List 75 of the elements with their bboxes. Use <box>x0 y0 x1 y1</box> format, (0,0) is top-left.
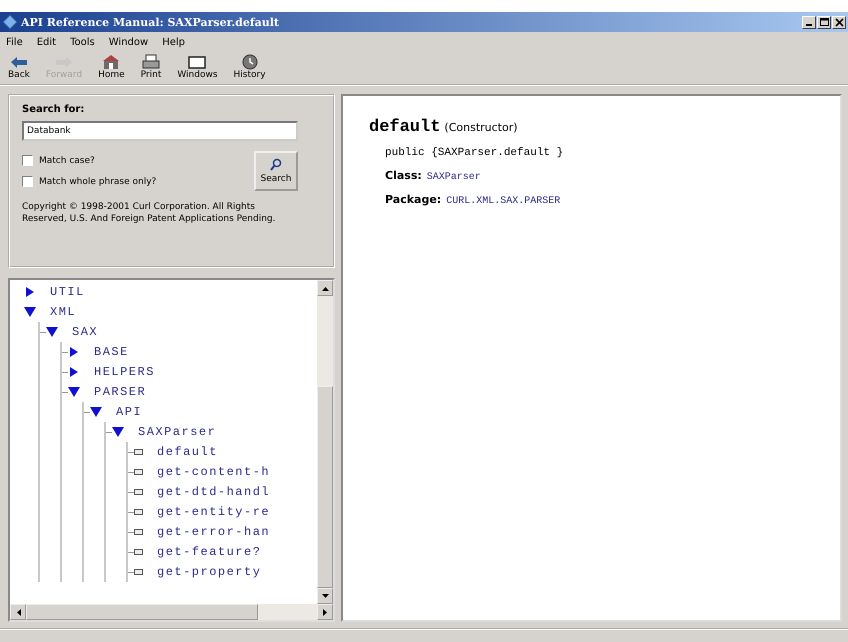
toolbar-button[interactable]: Windows <box>171 53 224 81</box>
collapse-triangle-icon[interactable] <box>46 327 58 337</box>
checkbox-label: Match case? <box>39 156 95 166</box>
house-icon <box>101 54 122 70</box>
expand-triangle-icon[interactable] <box>68 367 80 377</box>
collapse-triangle-icon[interactable] <box>112 427 124 437</box>
menu-item[interactable]: Tools <box>70 37 95 48</box>
back-arrow-icon <box>8 54 29 70</box>
collapse-triangle-icon[interactable] <box>90 407 102 417</box>
menu-item[interactable]: Window <box>108 37 148 48</box>
collapse-triangle-icon[interactable] <box>68 387 80 397</box>
menu-item[interactable]: Edit <box>36 37 56 48</box>
checkbox[interactable] <box>22 155 33 166</box>
search-button[interactable]: Search <box>254 151 298 191</box>
close-button[interactable] <box>832 16 846 28</box>
search-icon <box>270 158 282 172</box>
menu-item[interactable]: File <box>6 37 23 48</box>
field-label: Class: <box>385 169 422 182</box>
collapse-triangle-icon[interactable] <box>24 307 36 317</box>
tree-item[interactable]: get-property <box>157 565 262 579</box>
expand-triangle-icon[interactable] <box>24 287 36 297</box>
square-icon <box>134 489 143 495</box>
square-icon <box>134 469 143 475</box>
diamond-icon <box>2 14 18 30</box>
scroll-up-icon[interactable] <box>322 286 328 290</box>
vertical-scrollbar[interactable] <box>317 280 333 604</box>
square-icon <box>134 449 143 455</box>
tree-item[interactable]: default <box>157 445 218 459</box>
horizontal-scrollbar[interactable] <box>10 604 333 620</box>
minimize-icon <box>806 24 812 26</box>
toolbar-button[interactable]: Print <box>134 53 168 81</box>
tree-item[interactable]: API <box>116 405 142 419</box>
maximize-button[interactable] <box>817 16 831 28</box>
printer-icon <box>140 54 161 70</box>
tree-item[interactable]: get-entity-re <box>157 505 270 519</box>
square-icon <box>134 569 143 575</box>
member-name: default <box>369 118 440 137</box>
tree-item[interactable]: PARSER <box>94 385 146 399</box>
clock-icon <box>240 54 260 70</box>
maximize-icon <box>818 16 830 28</box>
search-field[interactable]: Databank <box>22 121 298 141</box>
toolbar-button[interactable]: History <box>228 53 272 81</box>
field-label: Package: <box>385 193 442 206</box>
tree-item[interactable]: XML <box>50 305 76 319</box>
scroll-left-icon[interactable] <box>16 608 20 616</box>
field-value: CURL.XML.SAX.PARSER <box>446 196 560 207</box>
scroll-right-icon[interactable] <box>322 608 328 616</box>
tree-item[interactable]: get-content-h <box>157 465 270 479</box>
copyright-text: Copyright © 1998-2001 Curl Corporation. All Rights Reserved, U.S. And Foreign Patent Applications Pending. <box>22 201 276 225</box>
square-icon <box>134 509 143 515</box>
tree-item[interactable]: BASE <box>94 345 129 359</box>
square-icon <box>134 549 143 555</box>
signature-text: public {SAXParser.default } <box>385 147 564 159</box>
tree-item[interactable]: get-feature? <box>157 545 262 559</box>
toolbar-button[interactable]: Home <box>92 53 131 81</box>
checkbox[interactable] <box>22 176 33 187</box>
minimize-button[interactable] <box>802 16 816 28</box>
tree-item[interactable]: HELPERS <box>94 365 155 379</box>
field-value: SAXParser <box>426 172 481 183</box>
window-title: API Reference Manual: SAXParser.default <box>21 16 280 28</box>
scroll-down-icon[interactable] <box>322 594 328 598</box>
tree-item[interactable]: SAXParser <box>138 425 216 439</box>
member-kind: (Constructor) <box>444 121 518 134</box>
toolbar-button[interactable]: Back <box>2 53 36 81</box>
checkbox-label: Match whole phrase only? <box>39 176 156 186</box>
menu-item[interactable]: Help <box>162 37 185 48</box>
search-heading: Search for: <box>22 104 86 115</box>
tree-item[interactable]: SAX <box>72 325 98 339</box>
close-icon <box>834 16 844 28</box>
square-icon <box>134 529 143 535</box>
tree-item[interactable]: get-dtd-handl <box>157 485 270 499</box>
window-icon <box>187 54 208 70</box>
expand-triangle-icon[interactable] <box>68 347 80 357</box>
tree-item[interactable]: UTIL <box>50 285 85 299</box>
tree-item[interactable]: get-error-han <box>157 525 270 539</box>
